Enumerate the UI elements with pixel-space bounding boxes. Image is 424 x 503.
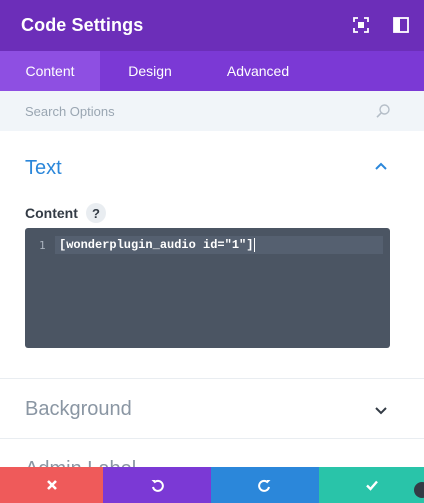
chevron-down-icon[interactable] [374,405,388,415]
modal-title: Code Settings [21,15,144,35]
code-editor[interactable]: 1 [wonderplugin_audio id="1"] [25,228,390,348]
cancel-button[interactable] [0,467,103,503]
search-input[interactable] [25,103,355,119]
tab-design[interactable]: Design [100,51,200,91]
fullscreen-icon[interactable] [352,16,370,34]
code-line[interactable]: [wonderplugin_audio id="1"] [55,236,383,254]
section-admin-label: Admin Label [0,440,424,470]
content-field-label: Content [25,205,78,221]
sidebar-toggle-icon[interactable] [392,16,410,34]
search-icon[interactable] [375,103,391,119]
close-icon [46,480,57,490]
save-button[interactable] [319,467,424,503]
section-background: Background [0,380,424,439]
line-number: 1 [39,239,46,252]
tab-content[interactable]: Content [0,51,100,91]
redo-icon [258,479,271,492]
section-background-title[interactable]: Background [25,398,132,421]
section-text: Text Content ? 1 [wonderplugin_audio id=… [0,131,424,379]
check-icon [365,480,378,491]
help-icon[interactable]: ? [86,203,106,223]
modal-header: Code Settings [0,0,424,51]
tab-advanced[interactable]: Advanced [200,51,316,91]
header-actions [352,16,410,34]
tab-bar: Content Design Advanced [0,51,424,91]
redo-button[interactable] [211,467,319,503]
search-bar [0,91,424,131]
undo-button[interactable] [103,467,211,503]
footer-actions [0,467,424,503]
undo-icon [151,479,164,492]
code-text: [wonderplugin_audio id="1"] [59,238,254,252]
text-caret [254,237,256,252]
resize-handle[interactable] [414,482,424,498]
chevron-up-icon[interactable] [374,161,388,171]
section-text-title[interactable]: Text [25,157,62,180]
